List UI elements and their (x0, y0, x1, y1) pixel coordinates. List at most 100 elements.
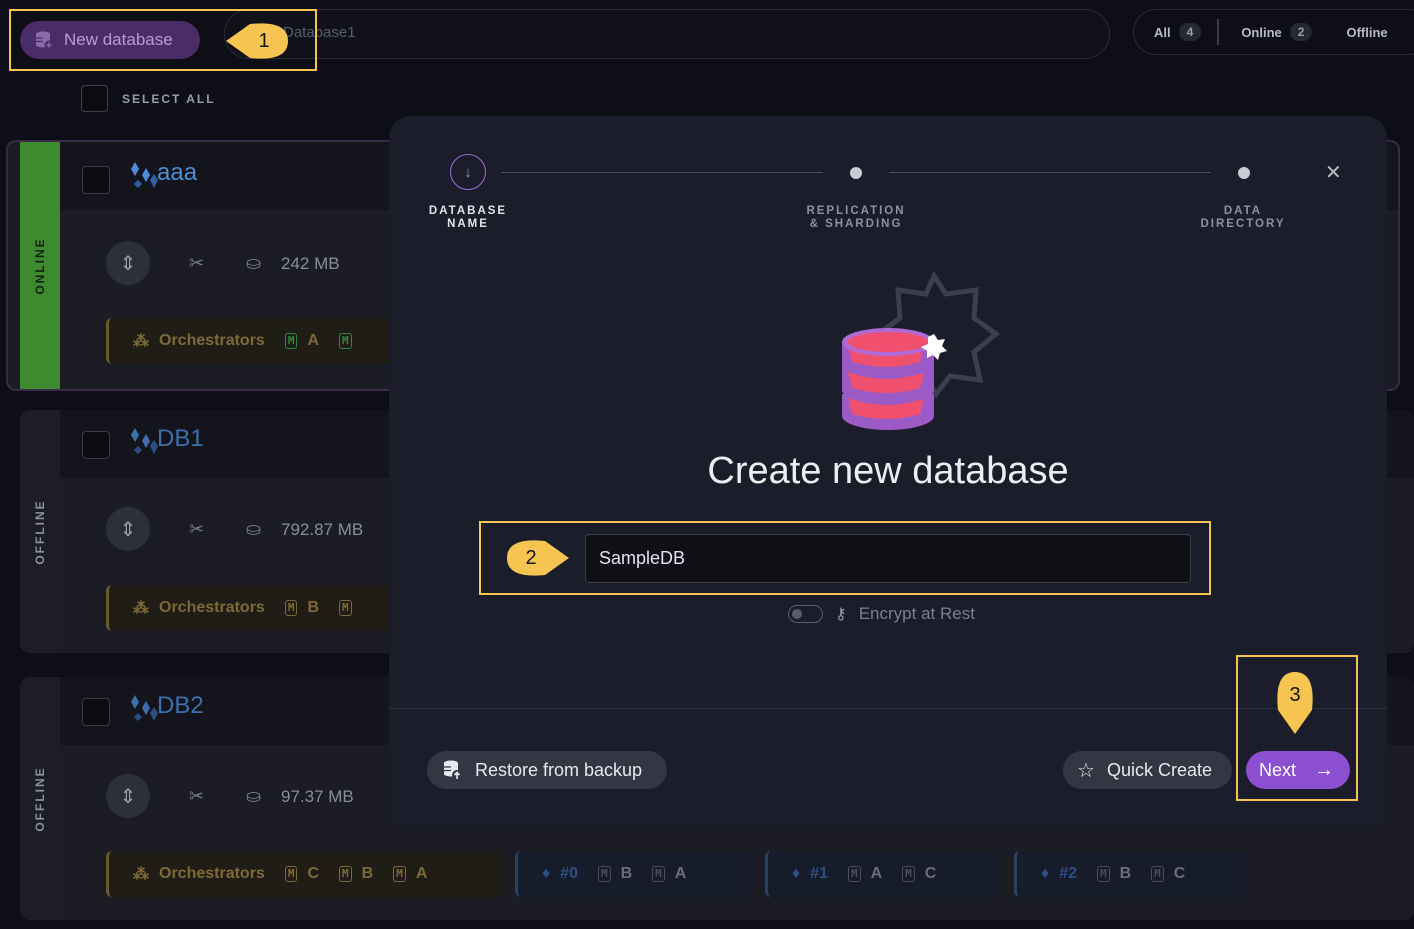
step-label-database-name[interactable]: DATABASE NAME (418, 205, 518, 231)
database-name[interactable]: DB1 (157, 425, 204, 453)
step-label-line: DATA (1223, 205, 1263, 217)
highlight-box (479, 521, 1211, 595)
orchestrators-label: Orchestrators (159, 599, 265, 616)
database-restore-icon (444, 760, 462, 780)
database-name[interactable]: DB2 (157, 692, 204, 720)
node-label: B (1119, 865, 1132, 882)
database-name[interactable]: aaa (157, 159, 197, 187)
shard-chip-1: ♦ #1 M A M C (765, 851, 996, 897)
database-size: 792.87 MB (281, 520, 364, 539)
status-filter: All 4 Online 2 Offline (1133, 9, 1414, 55)
step-label-replication[interactable]: REPLICATION & SHARDING (796, 205, 916, 231)
step-label-data-directory[interactable]: DATA DIRECTORY (1188, 205, 1298, 231)
member-icon: M (339, 866, 352, 882)
status-strip: OFFLINE (20, 410, 60, 653)
shard-chip-2: ♦ #2 M B M C (1014, 851, 1246, 897)
member-icon: M (284, 600, 298, 616)
step-replication-dot (850, 167, 862, 179)
filter-online-count: 2 (1289, 23, 1313, 41)
pin-off-icon: ✂ (189, 519, 205, 539)
database-size: 97.37 MB (281, 787, 354, 806)
filter-all-count: 4 (1178, 23, 1202, 41)
callout-number: 2 (525, 546, 537, 569)
disk-icon: ⛀ (246, 786, 262, 806)
orchestrators-label: Orchestrators (159, 332, 265, 349)
node-label: A (870, 865, 883, 882)
node-label: B (361, 865, 374, 882)
expand-toggle-button[interactable]: ⇕ (106, 774, 150, 818)
member-icon: M (1151, 866, 1164, 882)
star-icon: ☆ (1077, 759, 1095, 782)
encrypt-label: Encrypt at Rest (858, 604, 975, 623)
encrypt-at-rest-toggle[interactable]: ⚷ Encrypt at Rest (788, 604, 975, 624)
member-icon: M (339, 333, 352, 349)
orchestrator-icon: ⁂ (133, 866, 149, 883)
pin-off-icon: ✂ (189, 253, 205, 273)
step-data-directory-dot (1238, 167, 1250, 179)
stepper-connector (889, 172, 1211, 173)
status-label: OFFLINE (33, 498, 47, 565)
member-icon: M (393, 866, 406, 882)
status-strip: ONLINE (20, 142, 60, 389)
member-icon: M (284, 333, 298, 349)
member-icon: M (1096, 866, 1110, 882)
filter-offline[interactable]: Offline (1346, 25, 1387, 40)
orchestrators-chip: ⁂ Orchestrators M C M B M A (106, 851, 501, 897)
node-label: C (924, 865, 937, 882)
key-icon: ⚷ (835, 606, 847, 623)
expand-toggle-button[interactable]: ⇕ (106, 507, 150, 551)
stepper-connector (501, 172, 823, 173)
filter-offline-label: Offline (1346, 24, 1388, 40)
node-label: A (674, 865, 687, 882)
node-label: B (307, 599, 320, 616)
callout-marker: 1 (226, 20, 290, 62)
arrow-down-icon: ↓ (464, 163, 472, 181)
orchestrator-icon: ⁂ (133, 333, 149, 350)
orchestrator-icon: ⁂ (133, 600, 149, 617)
filter-divider (1217, 19, 1220, 45)
row-checkbox[interactable] (82, 166, 110, 194)
filter-all-label: All (1154, 24, 1171, 40)
node-label: A (415, 865, 428, 882)
orchestrators-chip: ⁂ Orchestrators M A M (106, 318, 396, 364)
search-box[interactable] (224, 9, 1110, 59)
search-input[interactable] (283, 24, 683, 41)
step-label-line: DIRECTORY (1200, 218, 1286, 230)
member-icon: M (284, 866, 298, 882)
database-illustration-icon (842, 272, 1001, 430)
restore-label: Restore from backup (475, 759, 643, 780)
select-all-checkbox[interactable] (81, 85, 108, 112)
expand-toggle-button[interactable]: ⇕ (106, 241, 150, 285)
select-all[interactable]: SELECT ALL (81, 85, 216, 112)
node-label: A (307, 332, 320, 349)
filter-all[interactable]: All 4 (1154, 23, 1202, 41)
step-label-line: NAME (447, 218, 489, 230)
orchestrators-label: Orchestrators (159, 865, 265, 882)
row-checkbox[interactable] (82, 431, 110, 459)
shard-chip-0: ♦ #0 M B M A (515, 851, 748, 897)
member-icon: M (902, 866, 915, 882)
node-label: C (307, 865, 320, 882)
select-all-label: SELECT ALL (122, 91, 216, 106)
shard-icon: ♦ (792, 865, 801, 882)
filter-online[interactable]: Online 2 (1241, 23, 1313, 41)
disk-icon: ⛀ (246, 253, 262, 273)
status-strip: OFFLINE (20, 677, 60, 920)
member-icon: M (597, 866, 611, 882)
row-checkbox[interactable] (82, 698, 110, 726)
callout-marker: 2 (503, 537, 569, 579)
filter-online-label: Online (1241, 24, 1282, 40)
shard-label: #2 (1059, 865, 1077, 882)
shard-label: #0 (560, 865, 578, 882)
close-icon[interactable]: ✕ (1325, 160, 1342, 185)
member-icon: M (652, 866, 665, 882)
modal-title: Create new database (707, 450, 1069, 492)
step-database-name-indicator: ↓ (450, 154, 486, 190)
step-label-line: & SHARDING (809, 218, 903, 230)
node-label: B (620, 865, 633, 882)
shard-label: #1 (810, 865, 828, 882)
disk-icon: ⛀ (246, 519, 262, 539)
restore-from-backup-button[interactable]: Restore from backup (427, 751, 667, 789)
quick-create-button[interactable]: ☆ Quick Create (1063, 751, 1232, 789)
encrypt-switch[interactable] (788, 605, 823, 623)
